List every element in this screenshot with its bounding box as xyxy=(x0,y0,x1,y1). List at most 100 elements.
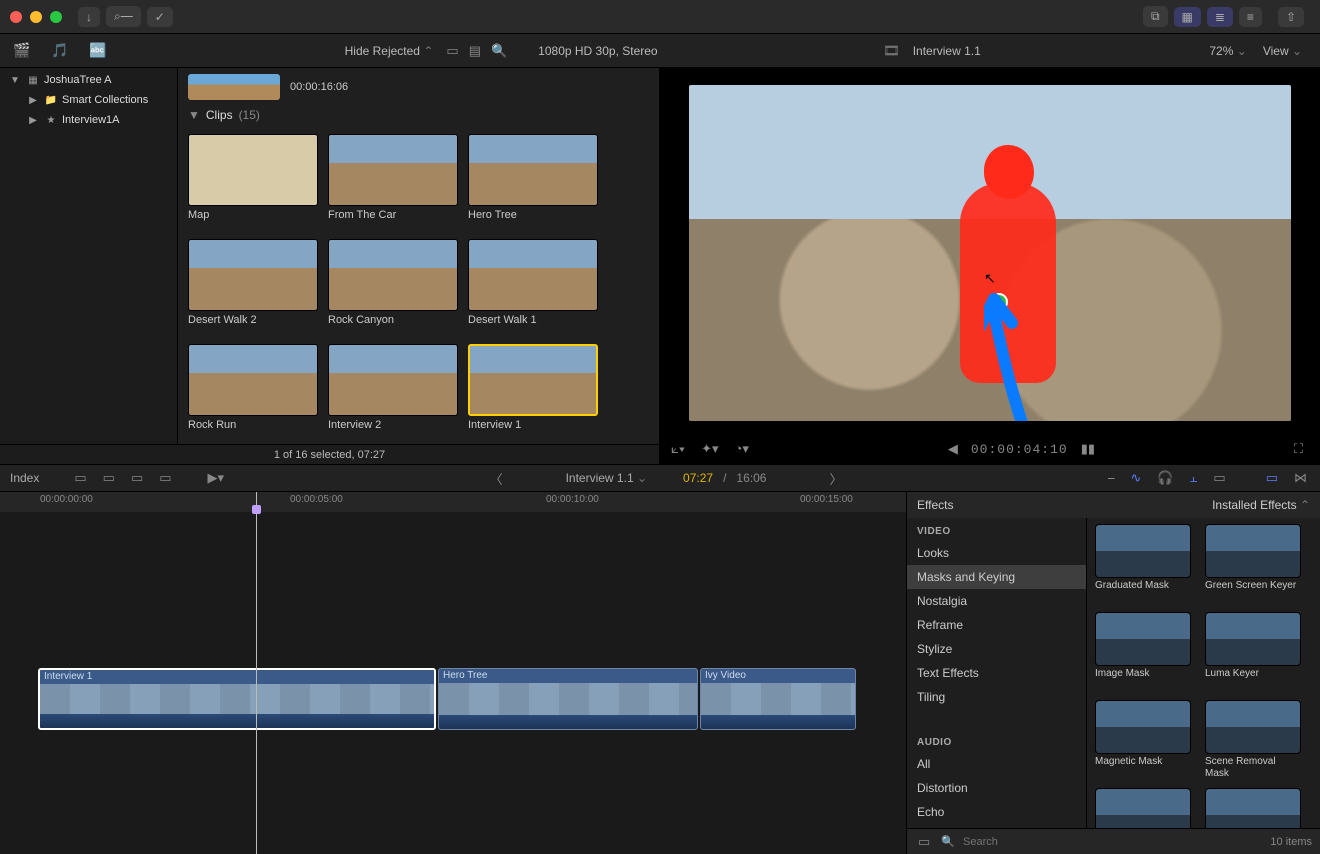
clip-thumbnail[interactable] xyxy=(328,239,458,311)
zoom-menu[interactable]: 72% ⌄ xyxy=(1209,44,1246,58)
effects-thumbnail-toggle-icon[interactable]: ▭ xyxy=(915,834,933,850)
solo-icon[interactable]: 🎧 xyxy=(1154,470,1176,486)
view-menu[interactable]: View ⌄ xyxy=(1263,44,1302,58)
grid-view-button[interactable]: ▦ xyxy=(1174,7,1201,27)
effect-thumbnail[interactable] xyxy=(1205,524,1301,578)
browser-clip[interactable]: From The Car xyxy=(328,134,458,221)
filmstrip-icon[interactable]: ▤ xyxy=(469,43,481,59)
timeline-clip-audio[interactable] xyxy=(439,715,697,729)
effects-category[interactable]: Echo xyxy=(907,800,1086,824)
background-tasks-button[interactable]: ✓ xyxy=(147,7,173,27)
effects-category[interactable]: Distortion xyxy=(907,776,1086,800)
maximize-window-button[interactable] xyxy=(50,11,62,23)
enhance-icon[interactable]: ✦▾ xyxy=(698,441,721,457)
disclosure-triangle-icon[interactable]: ▶ xyxy=(26,95,40,106)
clip-thumbnail[interactable] xyxy=(328,344,458,416)
effect-thumbnail[interactable] xyxy=(1095,700,1191,754)
viewer-canvas[interactable]: ↖ + xyxy=(689,85,1291,421)
timeline-clip-audio[interactable] xyxy=(40,714,434,728)
effect-item[interactable]: Shape Mask xyxy=(1095,788,1191,828)
clip-thumbnail[interactable] xyxy=(468,344,598,416)
filter-dropdown[interactable]: Hide Rejected ⌃ xyxy=(345,44,434,58)
browser-clip[interactable]: Rock Run xyxy=(188,344,318,431)
lane-icon[interactable]: ▭ xyxy=(1210,470,1228,486)
effects-category[interactable]: All xyxy=(907,752,1086,776)
disclosure-triangle-icon[interactable]: ▼ xyxy=(8,75,22,86)
append-icon[interactable]: ▭ xyxy=(100,470,118,486)
effect-thumbnail[interactable] xyxy=(1205,612,1301,666)
effect-thumbnail[interactable] xyxy=(1095,788,1191,828)
close-window-button[interactable] xyxy=(10,11,22,23)
effect-item[interactable]: Vignette Mask xyxy=(1205,788,1301,828)
connect-icon[interactable]: ▭ xyxy=(156,470,174,486)
adjustments-button[interactable]: ≡ xyxy=(1239,7,1262,27)
effect-thumbnail[interactable] xyxy=(1205,700,1301,754)
effect-item[interactable]: Magnetic Mask xyxy=(1095,700,1191,780)
titles-icon[interactable]: 🔤 xyxy=(86,39,110,63)
effect-item[interactable]: Scene Removal Mask xyxy=(1205,700,1301,780)
effects-browser-icon[interactable]: ▭ xyxy=(1263,470,1281,486)
retime-icon[interactable]: ◔▾ xyxy=(732,441,752,457)
browser-clip[interactable]: Desert Walk 1 xyxy=(468,239,598,326)
effects-category[interactable]: Tiling xyxy=(907,685,1086,709)
browser-clip[interactable]: Map xyxy=(188,134,318,221)
effect-item[interactable]: Green Screen Keyer xyxy=(1205,524,1301,604)
timeline-ruler[interactable]: 00:00:00:00 00:00:05:00 00:00:10:00 00:0… xyxy=(0,492,906,512)
fullscreen-icon[interactable]: ⛶ xyxy=(1291,441,1306,457)
playhead[interactable] xyxy=(256,492,257,854)
effect-thumbnail[interactable] xyxy=(1095,524,1191,578)
effects-category[interactable]: Masks and Keying xyxy=(907,565,1086,589)
photos-icon[interactable]: 🎵 xyxy=(48,39,72,63)
snapping-icon[interactable]: ⫠ xyxy=(1187,470,1201,486)
keyword-button[interactable]: ⌕━ xyxy=(106,6,141,27)
prev-frame-icon[interactable]: ◀ xyxy=(945,441,961,457)
effects-scope-menu[interactable]: Installed Effects ⌃ xyxy=(1212,498,1310,512)
transitions-browser-icon[interactable]: ⋈ xyxy=(1291,470,1310,486)
timeline-clip[interactable]: Ivy Video xyxy=(700,668,856,730)
effects-category[interactable]: Looks xyxy=(907,541,1086,565)
disclosure-triangle-icon[interactable]: ▶ xyxy=(26,115,40,126)
clip-thumbnail[interactable] xyxy=(188,134,318,206)
skimming-icon[interactable]: ⎯ xyxy=(1105,470,1118,486)
effect-item[interactable]: Image Mask xyxy=(1095,612,1191,692)
timeline-project-menu[interactable]: Interview 1.1 ⌄ xyxy=(566,471,647,485)
hero-thumbnail[interactable] xyxy=(188,74,280,100)
timeline-clip[interactable]: Hero Tree xyxy=(438,668,698,730)
share-button[interactable]: ⇧ xyxy=(1278,7,1304,27)
timeline-clip[interactable]: Interview 1 xyxy=(38,668,436,730)
nav-fwd-icon[interactable]: 〉 xyxy=(826,469,845,488)
effects-category[interactable]: Text Effects xyxy=(907,661,1086,685)
overwrite-icon[interactable]: ▭ xyxy=(128,470,146,486)
tools-menu-icon[interactable]: ▶▾ xyxy=(205,470,228,486)
clips-header[interactable]: ▼ Clips (15) xyxy=(178,104,659,126)
clip-thumbnail[interactable] xyxy=(468,134,598,206)
clip-thumbnail[interactable] xyxy=(328,134,458,206)
clip-thumbnail[interactable] xyxy=(188,239,318,311)
list-view-button[interactable]: ≣ xyxy=(1207,7,1233,27)
transform-icon[interactable]: ⟀▾ xyxy=(668,441,688,457)
timeline-clip-audio[interactable] xyxy=(701,715,855,729)
sidebar-item-smart-collections[interactable]: ▶ 📁 Smart Collections xyxy=(0,90,177,110)
effects-search-input[interactable] xyxy=(963,836,1262,848)
search-icon[interactable]: 🔍 xyxy=(491,43,507,59)
browser-clip[interactable]: Interview 1 xyxy=(468,344,598,431)
clip-thumbnail[interactable] xyxy=(468,239,598,311)
minimize-window-button[interactable] xyxy=(30,11,42,23)
clip-appearance-icon[interactable]: ▭ xyxy=(446,43,458,59)
effect-item[interactable]: Graduated Mask xyxy=(1095,524,1191,604)
effects-category[interactable]: Stylize xyxy=(907,637,1086,661)
effect-thumbnail[interactable] xyxy=(1205,788,1301,828)
timeline[interactable]: 00:00:00:00 00:00:05:00 00:00:10:00 00:0… xyxy=(0,492,906,854)
browser-clip[interactable]: Interview 2 xyxy=(328,344,458,431)
clip-thumbnail[interactable] xyxy=(188,344,318,416)
effect-thumbnail[interactable] xyxy=(1095,612,1191,666)
effects-category[interactable]: Reframe xyxy=(907,613,1086,637)
timeline-index-button[interactable]: Index xyxy=(10,471,39,485)
import-button[interactable]: ↓ xyxy=(78,7,100,27)
library-icon[interactable]: 🎬 xyxy=(10,39,34,63)
audio-skimming-icon[interactable]: ∿ xyxy=(1127,470,1144,486)
browser-clip[interactable]: Rock Canyon xyxy=(328,239,458,326)
effect-item[interactable]: Luma Keyer xyxy=(1205,612,1301,692)
sidebar-library[interactable]: ▼ ▦ JoshuaTree A xyxy=(0,70,177,90)
viewer[interactable]: ↖ + xyxy=(684,72,1296,434)
